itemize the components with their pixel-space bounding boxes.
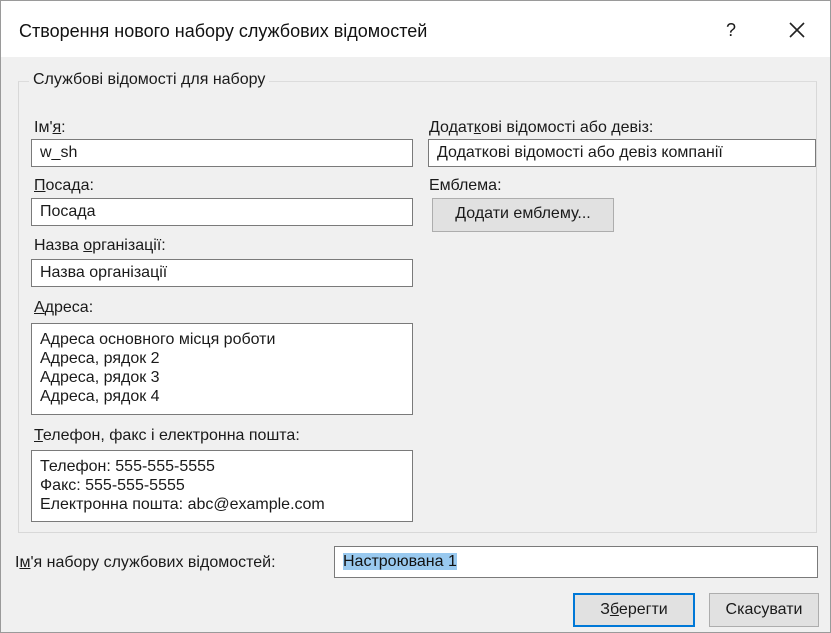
cancel-button[interactable]: Скасувати bbox=[709, 593, 819, 627]
address-label: Адреса: bbox=[34, 299, 94, 316]
logo-label: Емблема: bbox=[429, 177, 502, 194]
contacts-textarea[interactable]: Телефон: 555-555-5555 Факс: 555-555-5555… bbox=[31, 450, 413, 522]
help-button[interactable]: ? bbox=[713, 15, 749, 45]
close-icon bbox=[789, 22, 805, 38]
add-logo-button[interactable]: Додати емблему... bbox=[432, 198, 614, 232]
set-name-value: Настроювана 1 bbox=[343, 553, 457, 570]
contacts-label: Телефон, факс і електронна пошта: bbox=[34, 427, 300, 444]
tagline-input[interactable]: Додаткові відомості або девіз компанії bbox=[428, 139, 816, 167]
position-label: Посада: bbox=[34, 177, 94, 194]
organization-input[interactable]: Назва організації bbox=[31, 259, 413, 287]
name-label: Ім'я: bbox=[34, 119, 66, 136]
organization-label: Назва організації: bbox=[34, 237, 166, 254]
group-legend: Службові відомості для набору bbox=[29, 71, 270, 89]
address-line: Адреса, рядок 3 bbox=[40, 369, 160, 386]
name-input[interactable]: w_sh bbox=[31, 139, 413, 167]
address-textarea[interactable]: Адреса основного місця роботи Адреса, ря… bbox=[31, 323, 413, 415]
save-button[interactable]: Зберегти bbox=[573, 593, 695, 627]
contacts-line: Факс: 555-555-5555 bbox=[40, 477, 185, 494]
contacts-line: Електронна пошта: abc@example.com bbox=[40, 496, 325, 513]
title-bar: Створення нового набору службових відомо… bbox=[1, 1, 830, 57]
close-button[interactable] bbox=[777, 15, 817, 45]
set-name-input[interactable]: Настроювана 1 bbox=[334, 546, 818, 578]
address-line: Адреса, рядок 4 bbox=[40, 388, 160, 405]
position-input[interactable]: Посада bbox=[31, 198, 413, 226]
dialog-window: Створення нового набору службових відомо… bbox=[0, 0, 831, 633]
address-line: Адреса, рядок 2 bbox=[40, 350, 160, 367]
dialog-title: Створення нового набору службових відомо… bbox=[19, 21, 428, 41]
tagline-label: Додаткові відомості або девіз: bbox=[429, 119, 654, 136]
address-line: Адреса основного місця роботи bbox=[40, 331, 276, 348]
contacts-line: Телефон: 555-555-5555 bbox=[40, 458, 215, 475]
set-name-label: Ім'я набору службових відомостей: bbox=[15, 554, 276, 571]
